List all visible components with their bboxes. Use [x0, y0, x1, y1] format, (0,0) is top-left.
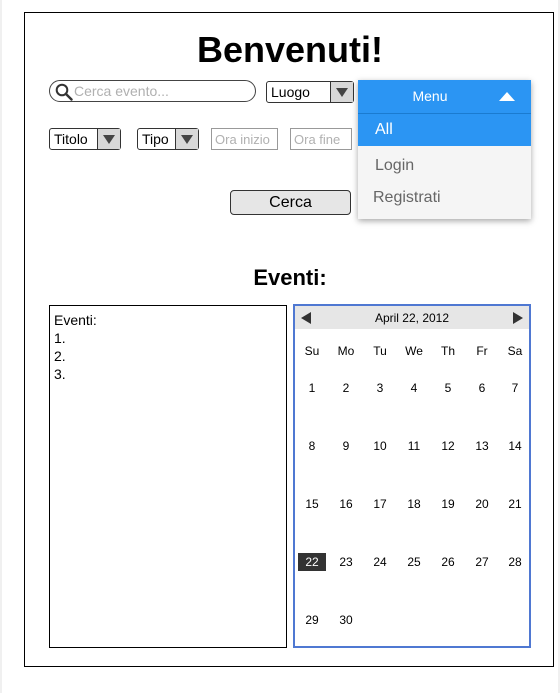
calendar-day[interactable]: 22: [298, 553, 326, 571]
calendar-day[interactable]: 2: [332, 379, 360, 397]
calendar-weekday: Th: [440, 344, 455, 358]
menu-item-all[interactable]: All: [358, 114, 531, 146]
calendar-day[interactable]: 26: [434, 553, 462, 571]
calendar-day[interactable]: 3: [366, 379, 394, 397]
calendar-day[interactable]: 17: [366, 495, 394, 513]
calendar[interactable]: April 22, 2012 Su Mo Tu We Th Fr Sa 1 2 3 4 5 6 7 8 9 10…: [293, 304, 531, 648]
calendar-day[interactable]: 30: [332, 611, 360, 629]
calendar-day[interactable]: 27: [468, 553, 496, 571]
menu-item-label: Login: [375, 157, 415, 174]
calendar-weekday: We: [405, 344, 423, 358]
chevron-down-icon[interactable]: [330, 82, 353, 102]
calendar-weekday: Sa: [507, 344, 523, 358]
calendar-day[interactable]: 12: [434, 437, 462, 455]
calendar-weekday: Su: [304, 344, 320, 358]
calendar-month-label: April 22, 2012: [374, 311, 450, 325]
calendar-day[interactable]: 4: [400, 379, 428, 397]
calendar-day[interactable]: 15: [298, 495, 326, 513]
calendar-day[interactable]: 5: [434, 379, 462, 397]
luogo-select-label: Luogo: [271, 84, 310, 100]
menu-label: Menu: [412, 88, 448, 104]
calendar-day[interactable]: 1: [298, 379, 326, 397]
menu-item-login[interactable]: Login: [358, 150, 531, 182]
calendar-day[interactable]: 29: [298, 611, 326, 629]
calendar-day[interactable]: 18: [400, 495, 428, 513]
tipo-select[interactable]: Tipo: [137, 128, 199, 150]
search-box[interactable]: [49, 80, 256, 102]
menu-item-label: All: [375, 121, 393, 138]
calendar-weekday: Fr: [476, 344, 488, 358]
events-heading: Eventi:: [253, 265, 327, 290]
ora-inizio-input[interactable]: [212, 129, 277, 149]
menu-item-label: Registrati: [373, 189, 441, 206]
chevron-up-icon[interactable]: [499, 92, 515, 101]
calendar-day[interactable]: 24: [366, 553, 394, 571]
calendar-weekday: Tu: [373, 344, 387, 358]
calendar-weekday: Mo: [337, 344, 355, 358]
menu-header[interactable]: Menu: [358, 80, 531, 113]
events-list: Eventi: 1. 2. 3.: [49, 305, 287, 648]
menu-dropdown[interactable]: Menu All Login Registrati: [358, 80, 531, 219]
list-item: 1.: [54, 330, 66, 346]
search-button[interactable]: Cerca: [230, 190, 351, 215]
calendar-day[interactable]: 19: [434, 495, 462, 513]
search-input[interactable]: [74, 83, 249, 99]
ora-fine-input[interactable]: [291, 129, 351, 149]
calendar-day[interactable]: 10: [366, 437, 394, 455]
chevron-right-icon[interactable]: [513, 312, 523, 324]
list-item: 2.: [54, 348, 66, 364]
titolo-select[interactable]: Titolo: [49, 128, 121, 150]
ora-inizio-field[interactable]: [211, 128, 278, 150]
calendar-day[interactable]: 25: [400, 553, 428, 571]
page-title: Benvenuti!: [196, 29, 383, 70]
calendar-day[interactable]: 20: [468, 495, 496, 513]
calendar-day[interactable]: 8: [298, 437, 326, 455]
calendar-day[interactable]: 16: [332, 495, 360, 513]
calendar-day[interactable]: 28: [501, 553, 529, 571]
calendar-day[interactable]: 11: [400, 437, 428, 455]
calendar-day[interactable]: 9: [332, 437, 360, 455]
calendar-day[interactable]: 23: [332, 553, 360, 571]
calendar-day[interactable]: 6: [468, 379, 496, 397]
menu-item-registrati[interactable]: Registrati: [358, 182, 531, 214]
chevron-down-icon[interactable]: [97, 129, 120, 149]
calendar-day[interactable]: 21: [501, 495, 529, 513]
ora-fine-field[interactable]: [290, 128, 352, 150]
titolo-select-label: Titolo: [54, 131, 88, 147]
calendar-header: April 22, 2012: [295, 306, 529, 329]
calendar-day[interactable]: 7: [501, 379, 529, 397]
calendar-day[interactable]: 14: [501, 437, 529, 455]
search-icon: [55, 83, 73, 101]
chevron-down-icon[interactable]: [175, 129, 198, 149]
tipo-select-label: Tipo: [142, 131, 169, 147]
luogo-select[interactable]: Luogo: [266, 81, 354, 103]
events-list-title: Eventi:: [54, 312, 97, 328]
list-item: 3.: [54, 366, 66, 382]
calendar-day[interactable]: 13: [468, 437, 496, 455]
